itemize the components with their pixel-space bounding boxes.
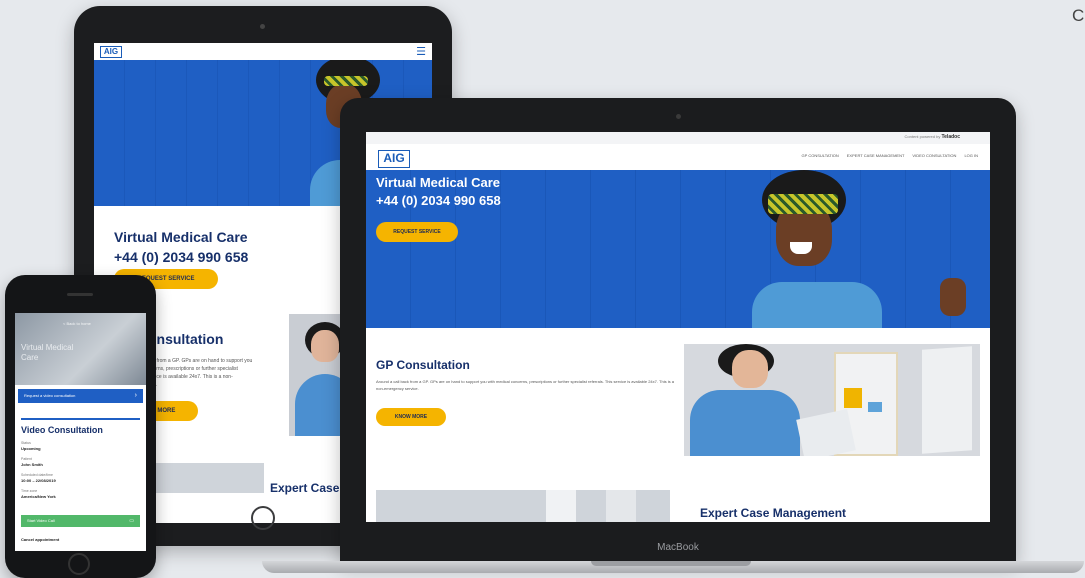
field-label-patient: Patient xyxy=(21,457,32,461)
case-photo xyxy=(376,490,670,522)
corner-text: C xyxy=(1072,6,1085,25)
tablet-camera xyxy=(260,24,265,29)
divider xyxy=(21,418,140,420)
aig-logo[interactable]: AIG xyxy=(100,46,122,58)
aig-logo[interactable]: AIG xyxy=(378,150,410,168)
tablet-navbar: AIG ☰ xyxy=(94,43,432,60)
doctor-photo xyxy=(684,344,980,456)
hamburger-icon[interactable]: ☰ xyxy=(416,45,426,58)
nav-log-in[interactable]: LOG IN xyxy=(964,153,978,158)
laptop-camera xyxy=(676,114,681,119)
nav-video-consultation[interactable]: VIDEO CONSULTATION xyxy=(912,153,956,158)
case-photo xyxy=(154,463,264,493)
nav-gp-consultation[interactable]: GP CONSULTATION xyxy=(802,153,839,158)
phone-hero: < Back to home Virtual Medical Care xyxy=(15,313,146,385)
tablet-home-button[interactable] xyxy=(251,506,275,530)
request-service-button[interactable]: REQUEST SERVICE xyxy=(376,222,458,242)
tablet-hero-title: Virtual Medical Care +44 (0) 2034 990 65… xyxy=(114,229,249,265)
expert-case-title: Expert Case Management xyxy=(700,506,847,520)
field-value-timezone: America/New York xyxy=(21,494,56,499)
laptop-screen: Content powered by Teladoc AIG GP CONSUL… xyxy=(366,132,990,522)
phone-hero-title: Virtual Medical Care xyxy=(21,343,74,362)
back-link[interactable]: < Back to home xyxy=(63,321,91,326)
laptop-device: Content powered by Teladoc AIG GP CONSUL… xyxy=(340,98,1016,562)
laptop-notch xyxy=(591,561,751,566)
know-more-button[interactable]: KNOW MORE xyxy=(376,408,446,426)
nav-expert-case[interactable]: EXPERT CASE MANAGEMENT xyxy=(847,153,905,158)
gp-consultation-title: GP Consultation xyxy=(376,358,470,372)
laptop-hero: Virtual Medical Care +44 (0) 2034 990 65… xyxy=(366,170,990,328)
cancel-appointment-link[interactable]: Cancel appointment xyxy=(21,537,59,542)
phone-speaker xyxy=(67,293,93,296)
laptop-topbar: Content powered by Teladoc xyxy=(366,132,990,144)
laptop-brand: MacBook xyxy=(657,542,699,553)
powered-by: Content powered by Teladoc xyxy=(904,134,960,140)
phone-home-button[interactable] xyxy=(68,553,90,575)
laptop-navbar: AIG GP CONSULTATION EXPERT CASE MANAGEME… xyxy=(366,144,990,170)
phone-device: < Back to home Virtual Medical Care Requ… xyxy=(5,275,156,578)
field-label-datetime: Scheduled date/time xyxy=(21,473,53,477)
nav-menu: GP CONSULTATION EXPERT CASE MANAGEMENT V… xyxy=(802,153,979,158)
video-consultation-title: Video Consultation xyxy=(21,425,103,435)
laptop-hero-title: Virtual Medical Care +44 (0) 2034 990 65… xyxy=(376,175,501,208)
field-value-status: Upcoming xyxy=(21,446,41,451)
request-video-consultation-button[interactable]: Request a video consultation › xyxy=(18,389,143,403)
field-label-timezone: Time zone xyxy=(21,489,38,493)
phone-screen: < Back to home Virtual Medical Care Requ… xyxy=(15,313,146,551)
field-value-patient: John Smith xyxy=(21,462,43,467)
chevron-right-icon: › xyxy=(134,392,137,399)
field-value-datetime: 10:00 – 22/08/2019 xyxy=(21,478,56,483)
start-video-call-button[interactable]: Start Video Call ▭ xyxy=(21,515,140,527)
video-camera-icon: ▭ xyxy=(129,518,134,524)
field-label-status: Status xyxy=(21,441,31,445)
gp-consultation-text: Around a call back from a GP. GPs are on… xyxy=(376,379,674,391)
